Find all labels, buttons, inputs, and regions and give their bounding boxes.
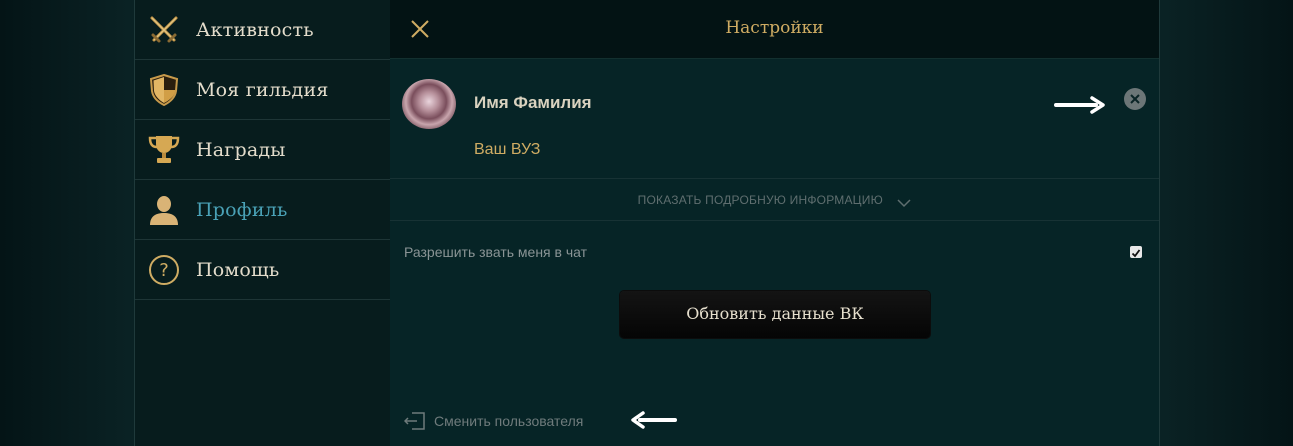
svg-text:?: ? [159, 260, 169, 281]
update-vk-label: Обновить данные ВК [686, 304, 864, 323]
profile-card: Имя Фамилия Ваш ВУЗ [390, 59, 1159, 179]
update-vk-button[interactable]: Обновить данные ВК [620, 291, 930, 338]
logout-icon [403, 411, 426, 431]
shield-icon [147, 73, 181, 107]
sidebar-item-label: Помощь [196, 258, 280, 281]
arrow-left-icon [630, 410, 678, 430]
sidebar-item-label: Профиль [196, 198, 288, 221]
sidebar-item-label: Награды [196, 138, 286, 161]
sidebar: Активность Моя гильдия Награды Профиль ?… [134, 0, 391, 446]
settings-panel: Настройки Имя Фамилия Ваш ВУЗ ПОКАЗАТЬ П… [390, 0, 1160, 446]
crossed-swords-icon [147, 13, 181, 47]
user-icon [147, 193, 181, 227]
arrow-right-icon [1054, 95, 1106, 115]
allow-chat-label: Разрешить звать меня в чат [404, 244, 588, 260]
allow-chat-checkbox[interactable] [1130, 246, 1142, 258]
sidebar-item-activity[interactable]: Активность [135, 0, 390, 60]
university-label: Ваш ВУЗ [474, 141, 541, 158]
remove-circle-icon[interactable] [1124, 88, 1146, 110]
trophy-icon [147, 133, 181, 167]
sidebar-item-help[interactable]: ? Помощь [135, 240, 390, 300]
show-details-label: ПОКАЗАТЬ ПОДРОБНУЮ ИНФОРМАЦИЮ [637, 193, 883, 207]
page-title: Настройки [725, 18, 824, 38]
panel-header: Настройки [390, 0, 1159, 59]
sidebar-item-guild[interactable]: Моя гильдия [135, 60, 390, 120]
sidebar-item-label: Активность [196, 18, 314, 41]
chevron-down-icon [897, 195, 911, 207]
sidebar-item-label: Моя гильдия [196, 78, 329, 101]
show-details-toggle[interactable]: ПОКАЗАТЬ ПОДРОБНУЮ ИНФОРМАЦИЮ [390, 179, 1159, 221]
sidebar-item-profile[interactable]: Профиль [135, 180, 390, 240]
help-icon: ? [147, 253, 181, 287]
sidebar-item-rewards[interactable]: Награды [135, 120, 390, 180]
app-window: Активность Моя гильдия Награды Профиль ?… [0, 0, 1293, 446]
user-name: Имя Фамилия [474, 93, 592, 112]
avatar[interactable] [402, 79, 456, 129]
switch-user-label: Сменить пользователя [434, 413, 584, 429]
